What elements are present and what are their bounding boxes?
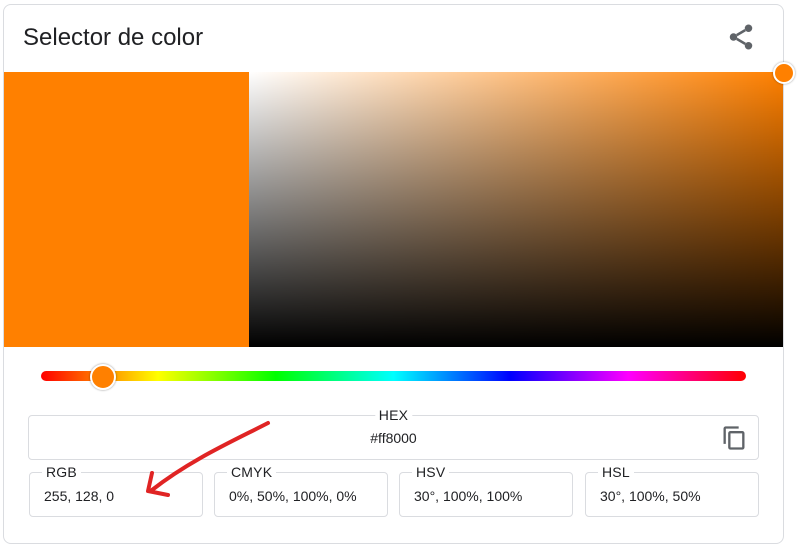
hue-slider-handle[interactable] (90, 364, 116, 390)
hsv-field[interactable]: HSV 30°, 100%, 100% (399, 464, 573, 517)
share-icon (729, 24, 753, 50)
saturation-value-handle[interactable] (773, 62, 795, 84)
page-title: Selector de color (23, 24, 204, 51)
hex-field[interactable]: HEX #ff8000 (28, 407, 759, 460)
hsl-value[interactable]: 30°, 100%, 50% (600, 488, 701, 504)
hsv-value[interactable]: 30°, 100%, 100% (414, 488, 522, 504)
rgb-label: RGB (42, 464, 81, 480)
hsl-label: HSL (598, 464, 634, 480)
hex-value[interactable]: #ff8000 (29, 430, 758, 446)
selected-color-swatch (4, 72, 249, 347)
hue-slider[interactable] (41, 371, 746, 381)
rgb-value[interactable]: 255, 128, 0 (44, 488, 114, 504)
copy-icon (723, 426, 745, 450)
hex-label: HEX (374, 407, 413, 423)
hsl-field[interactable]: HSL 30°, 100%, 50% (585, 464, 759, 517)
hsv-label: HSV (412, 464, 450, 480)
share-button[interactable] (726, 22, 756, 52)
red-annotation-arrow-icon (146, 421, 270, 497)
copy-button[interactable] (720, 424, 748, 452)
saturation-value-area[interactable] (249, 72, 783, 347)
